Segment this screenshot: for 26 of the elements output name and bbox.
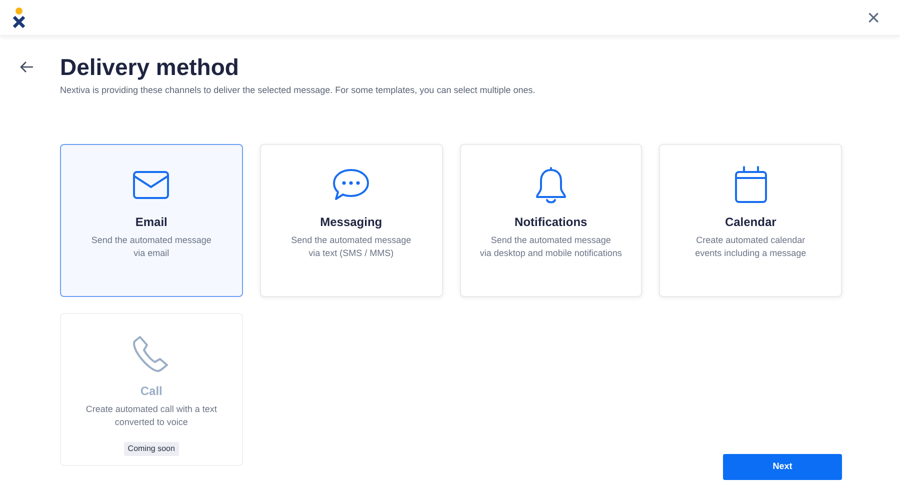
speech-bubble-icon xyxy=(332,168,370,202)
channel-card[interactable]: Notifications Send the automated message via desktop and mobile notifications xyxy=(460,144,642,296)
phone-icon xyxy=(132,334,170,372)
channel-card[interactable]: Messaging Send the automated message via text (SMS / MMS) xyxy=(260,144,442,296)
coming-soon-badge: Coming soon xyxy=(124,442,179,456)
close-button[interactable]: × xyxy=(867,6,888,28)
back-arrow-icon[interactable] xyxy=(20,61,34,73)
channel-name: Calendar xyxy=(724,214,776,230)
channel-description: Create automated call with a text converted to voice xyxy=(86,402,217,428)
channel-name: Notifications xyxy=(514,214,588,230)
channel-name: Email xyxy=(135,214,168,230)
channel-name: Call xyxy=(140,382,162,400)
page-title: Delivery method xyxy=(60,53,239,82)
channel-name: Messaging xyxy=(320,214,382,230)
channel-description: Create automated calendar events including a message xyxy=(695,234,806,260)
envelope-icon xyxy=(132,170,170,200)
channel-card[interactable]: Calendar Create automated calendar events including a message xyxy=(659,144,842,296)
next-button[interactable]: Next xyxy=(723,454,842,480)
bell-icon xyxy=(534,166,568,204)
channel-card[interactable]: Email Send the automated message via email xyxy=(60,144,243,296)
channel-description: Send the automated message via email xyxy=(91,234,212,260)
page-subtitle: Nextiva is providing these channels to deliver the selected message. For some templates, you can select multiple ones. xyxy=(60,84,536,97)
channel-description: Send the automated message via desktop and mobile notifications xyxy=(480,234,622,260)
channel-description: Send the automated message via text (SMS / MMS) xyxy=(291,234,412,260)
logo-icon xyxy=(12,6,26,28)
calendar-icon xyxy=(734,166,768,204)
